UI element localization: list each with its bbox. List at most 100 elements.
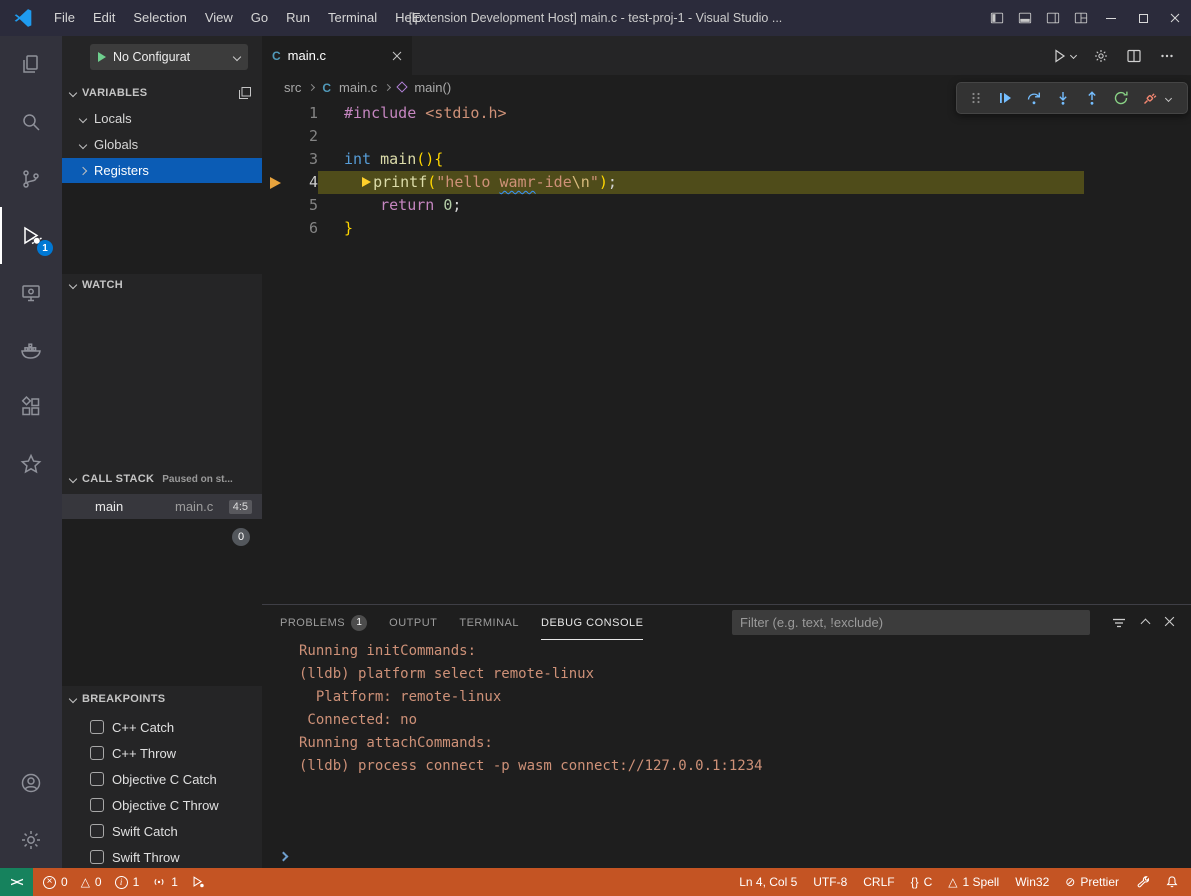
status-tools[interactable]: [1135, 875, 1149, 889]
status-prettier[interactable]: ⊘Prettier: [1065, 875, 1119, 889]
more-actions-icon[interactable]: [1159, 48, 1175, 64]
status-debug[interactable]: [191, 875, 205, 889]
code-line[interactable]: 3int main(){: [262, 148, 1191, 171]
panel-tab-output[interactable]: OUTPUT: [389, 605, 437, 640]
menu-run[interactable]: Run: [277, 0, 319, 36]
activity-explorer[interactable]: [0, 36, 62, 93]
step-out-button[interactable]: [1079, 85, 1105, 111]
chevron-right-icon: [384, 83, 391, 90]
status-win32[interactable]: Win32: [1015, 875, 1049, 889]
status-ports[interactable]: 1: [152, 875, 178, 889]
breakpoint-checkbox[interactable]: [90, 798, 104, 812]
code-editor[interactable]: 1#include <stdio.h>23int main(){4 printf…: [262, 99, 1191, 604]
menu-edit[interactable]: Edit: [84, 0, 124, 36]
status-infos[interactable]: 1: [115, 875, 140, 889]
breakpoint-checkbox[interactable]: [90, 824, 104, 838]
breakpoint-checkbox[interactable]: [90, 746, 104, 760]
bottom-panel: PROBLEMS1 OUTPUT TERMINAL DEBUG CONSOLE Run…: [262, 604, 1191, 868]
run-or-debug-button[interactable]: [1052, 48, 1076, 64]
breakpoint-item[interactable]: Swift Throw: [62, 844, 262, 868]
split-editor-icon[interactable]: [1126, 48, 1142, 64]
status-warnings[interactable]: △0: [81, 875, 102, 889]
panel-tab-problems[interactable]: PROBLEMS1: [280, 605, 367, 640]
collapse-all-icon[interactable]: [238, 86, 252, 100]
status-c[interactable]: {}C: [911, 875, 933, 889]
remote-indicator[interactable]: [0, 868, 33, 896]
code-line[interactable]: 6}: [262, 217, 1191, 240]
step-into-button[interactable]: [1050, 85, 1076, 111]
variables-item-registers[interactable]: Registers: [62, 158, 262, 183]
status-utf-8[interactable]: UTF-8: [813, 875, 847, 889]
activity-favorites[interactable]: [0, 435, 62, 492]
menu-terminal[interactable]: Terminal: [319, 0, 386, 36]
activity-account[interactable]: [0, 754, 62, 811]
variables-item-locals[interactable]: Locals: [62, 106, 262, 131]
toolbar-dropdown-icon[interactable]: [1165, 94, 1172, 101]
start-debug-icon[interactable]: [98, 52, 106, 62]
close-tab-icon[interactable]: [392, 51, 402, 61]
toggle-secondary-sidebar-icon[interactable]: [1039, 0, 1067, 36]
breakpoint-item[interactable]: C++ Catch: [62, 714, 262, 740]
breakpoint-checkbox[interactable]: [90, 772, 104, 786]
status-label: Prettier: [1080, 875, 1119, 889]
line-number: 1: [284, 102, 318, 125]
watch-section-header[interactable]: WATCH: [62, 274, 262, 296]
status-errors[interactable]: 0: [43, 875, 68, 889]
breakpoints-section-header[interactable]: BREAKPOINTS: [62, 688, 262, 710]
disconnect-button[interactable]: [1137, 85, 1163, 111]
menu-go[interactable]: Go: [242, 0, 277, 36]
breakpoint-item[interactable]: Objective C Catch: [62, 766, 262, 792]
restart-button[interactable]: [1108, 85, 1134, 111]
customize-layout-icon[interactable]: [1067, 0, 1095, 36]
launch-config-dropdown[interactable]: No Configurat: [90, 44, 248, 70]
activity-search[interactable]: [0, 93, 62, 150]
filter-lines-icon[interactable]: [1111, 615, 1127, 631]
code-line[interactable]: 2: [262, 125, 1191, 148]
activity-settings[interactable]: [0, 811, 62, 868]
variables-item-globals[interactable]: Globals: [62, 132, 262, 157]
toggle-sidebar-icon[interactable]: [983, 0, 1011, 36]
breakpoint-item[interactable]: C++ Throw: [62, 740, 262, 766]
breadcrumb-symbol[interactable]: main(): [414, 80, 451, 95]
menu-view[interactable]: View: [196, 0, 242, 36]
status-notifications[interactable]: [1165, 875, 1179, 889]
panel-tab-debug-console[interactable]: DEBUG CONSOLE: [541, 605, 643, 640]
filter-input[interactable]: [732, 610, 1090, 635]
breadcrumb-folder[interactable]: src: [284, 80, 301, 95]
menu-file[interactable]: File: [45, 0, 84, 36]
status-1-spell[interactable]: △1 Spell: [948, 875, 999, 889]
call-stack-frame[interactable]: main main.c 4:5: [62, 494, 262, 519]
toolbar-drag-grip[interactable]: [963, 85, 989, 111]
tab-main-c[interactable]: main.c: [262, 36, 412, 75]
breadcrumb-file[interactable]: main.c: [339, 80, 377, 95]
activity-run-and-debug[interactable]: 1: [0, 207, 62, 264]
call-stack-section-header[interactable]: CALL STACK Paused on st...: [62, 468, 262, 490]
panel-tab-terminal[interactable]: TERMINAL: [459, 605, 519, 640]
code-line[interactable]: 5 return 0;: [262, 194, 1191, 217]
configure-gear-icon[interactable]: [1093, 48, 1109, 64]
status-crlf[interactable]: CRLF: [863, 875, 894, 889]
activity-extensions[interactable]: [0, 378, 62, 435]
close-button[interactable]: [1159, 0, 1191, 36]
debug-console-output[interactable]: Running initCommands:(lldb) platform sel…: [262, 640, 1191, 846]
breakpoint-checkbox[interactable]: [90, 850, 104, 864]
maximize-panel-icon[interactable]: [1142, 614, 1149, 632]
maximize-button[interactable]: [1127, 0, 1159, 36]
breakpoint-checkbox[interactable]: [90, 720, 104, 734]
menu-selection[interactable]: Selection: [124, 0, 195, 36]
activity-docker[interactable]: [0, 321, 62, 378]
console-input-prompt[interactable]: [280, 853, 287, 860]
braces-icon: {}: [911, 876, 919, 888]
status-ln-4-col-5[interactable]: Ln 4, Col 5: [739, 875, 797, 889]
activity-remote-explorer[interactable]: [0, 264, 62, 321]
variables-section-header[interactable]: VARIABLES: [62, 82, 262, 104]
toggle-panel-icon[interactable]: [1011, 0, 1039, 36]
activity-source-control[interactable]: [0, 150, 62, 207]
step-over-button[interactable]: [1021, 85, 1047, 111]
breakpoint-item[interactable]: Objective C Throw: [62, 792, 262, 818]
continue-button[interactable]: [992, 85, 1018, 111]
breakpoint-item[interactable]: Swift Catch: [62, 818, 262, 844]
minimize-button[interactable]: [1095, 0, 1127, 36]
close-panel-icon[interactable]: [1164, 614, 1175, 632]
code-line[interactable]: 4 printf("hello wamr-ide\n");: [262, 171, 1191, 194]
